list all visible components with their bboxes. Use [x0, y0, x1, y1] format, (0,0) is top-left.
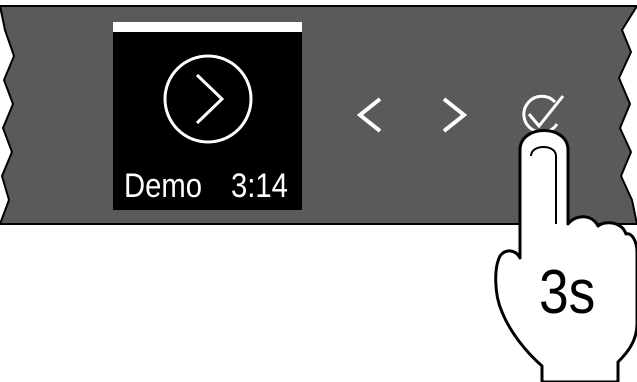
display-progress-bar [113, 22, 302, 32]
hold-duration-label: 3s [539, 258, 596, 327]
chevron-left-icon[interactable] [352, 95, 388, 135]
appliance-illustration: Demo 3:14 3s [0, 0, 637, 382]
chevron-right-icon[interactable] [436, 95, 472, 135]
program-time: 3:14 [231, 167, 288, 205]
pointing-hand-icon [494, 129, 637, 382]
play-circle-icon[interactable] [162, 53, 254, 145]
display-screen: Demo 3:14 [113, 22, 302, 210]
program-name: Demo [124, 167, 203, 205]
